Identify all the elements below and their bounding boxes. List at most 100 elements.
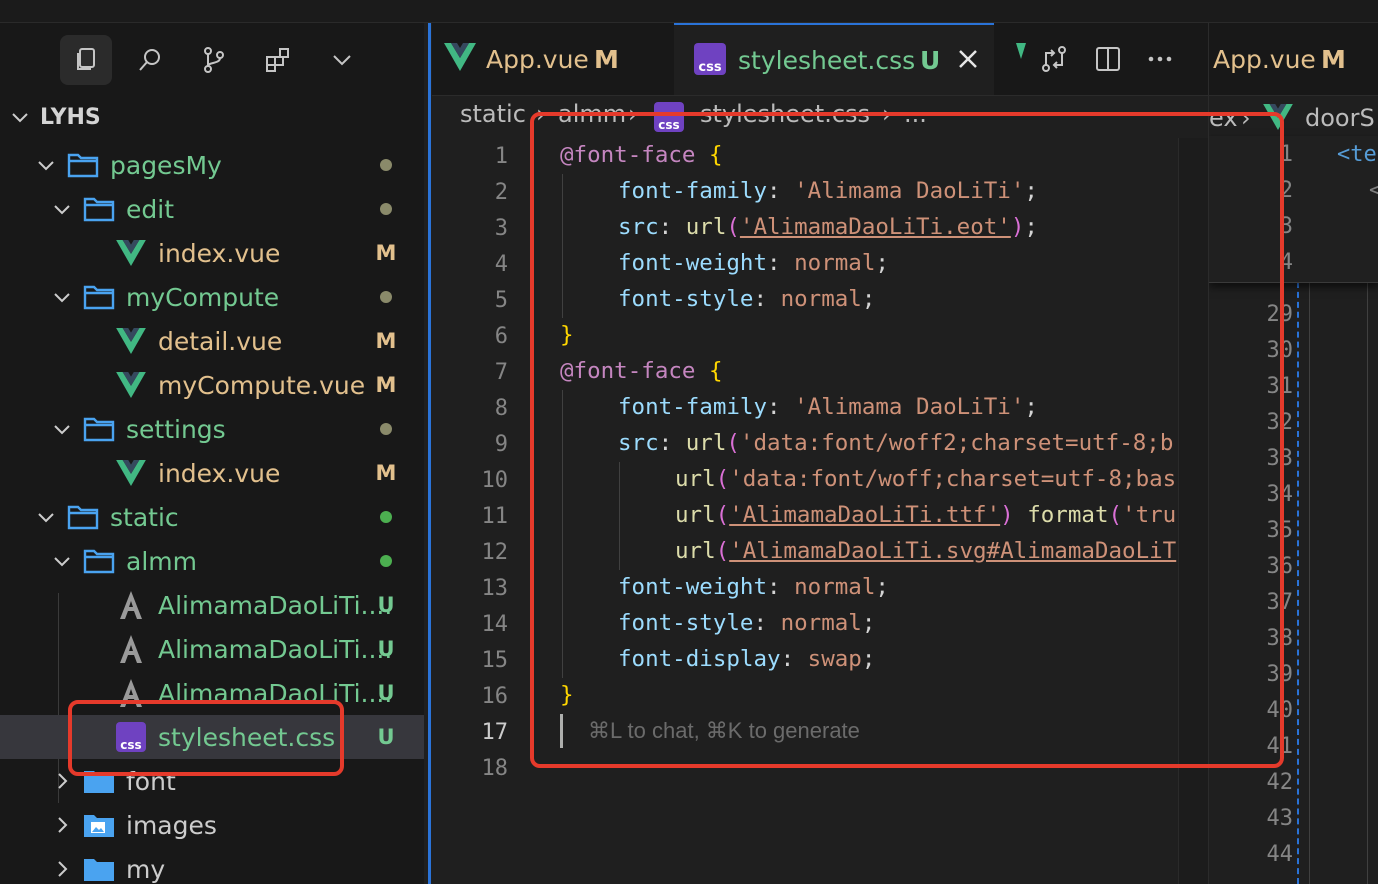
chevron-down-icon [50, 197, 74, 221]
tree-folder[interactable]: almm [0, 539, 424, 583]
tree-folder[interactable]: static [0, 495, 424, 539]
tree-item-label: static [110, 502, 179, 532]
vue-icon [444, 43, 476, 77]
tab-label: App.vue [1213, 44, 1316, 74]
tree-folder[interactable]: images [0, 803, 424, 847]
change-indicator [1297, 282, 1303, 884]
folder-icon [82, 546, 116, 576]
vue-icon [114, 370, 148, 400]
tree-item-label: index.vue [158, 238, 281, 268]
tree-item-label: myCompute [126, 282, 280, 312]
tree-item-label: edit [126, 194, 174, 224]
tree-file[interactable]: AlimamaDaoLiTi.... U [0, 627, 424, 671]
git-status-badge: U [377, 637, 395, 661]
tree-item-label: my [126, 854, 166, 884]
git-status-dot [380, 203, 392, 215]
highlight-box-file [68, 700, 344, 776]
tree-file[interactable]: index.vue M [0, 451, 424, 495]
line-number: 42 [1266, 770, 1294, 795]
more-actions-icon[interactable] [1144, 43, 1176, 75]
chevron-down-icon[interactable] [316, 35, 368, 85]
title-bar [0, 0, 1378, 23]
chevron-down-icon [50, 417, 74, 441]
git-status-dot [380, 511, 392, 523]
chevron-down-icon [0, 106, 40, 128]
tree-folder[interactable]: settings [0, 407, 424, 451]
folder-icon [82, 194, 116, 224]
breadcrumb-item[interactable]: doorS [1305, 104, 1375, 132]
tree-item-label: myCompute.vue [158, 370, 366, 400]
image-folder-icon [82, 810, 116, 840]
tree-folder[interactable]: myCompute [0, 275, 424, 319]
line-number: 6 [494, 324, 508, 349]
tree-item-label: detail.vue [158, 326, 283, 356]
line-number: 9 [494, 432, 508, 457]
search-icon[interactable] [124, 35, 176, 85]
tree-file[interactable]: myCompute.vue M [0, 363, 424, 407]
tree-item-label: index.vue [158, 458, 281, 488]
tree-folder[interactable]: my [0, 847, 424, 884]
line-number: 12 [481, 540, 509, 565]
sash-highlight [428, 23, 431, 884]
folder-icon [66, 502, 100, 532]
chevron-right-icon [50, 857, 74, 881]
line-number: 7 [494, 360, 508, 385]
split-editor-icon[interactable] [1092, 43, 1124, 75]
git-status-dot [380, 423, 392, 435]
font-file-icon [114, 634, 148, 664]
line-number: 2 [494, 180, 508, 205]
tree-folder[interactable]: edit [0, 187, 424, 231]
git-status-badge: M [375, 329, 397, 353]
extensions-icon[interactable] [252, 35, 304, 85]
line-number: 8 [494, 396, 508, 421]
chevron-right-icon [50, 813, 74, 837]
folder-icon [82, 854, 116, 884]
tab-label: App.vue [486, 44, 589, 74]
tab-stylesheet-css[interactable]: css stylesheet.css U [674, 23, 994, 95]
tab-app-vue[interactable]: App.vue M [432, 23, 674, 95]
line-number: 5 [494, 288, 508, 313]
line-number: 1 [494, 144, 508, 169]
code-fragment: < [1369, 178, 1378, 203]
git-status-badge: U [377, 593, 395, 617]
compare-changes-icon[interactable] [1038, 43, 1070, 75]
git-status-badge: M [375, 241, 397, 265]
tree-file[interactable]: detail.vue M [0, 319, 424, 363]
tab-status: M [594, 44, 619, 74]
tree-item-label: pagesMy [110, 150, 222, 180]
folder-icon [82, 414, 116, 444]
line-number: 10 [481, 468, 509, 493]
line-number: 17 [481, 720, 509, 745]
git-status-badge: M [375, 461, 397, 485]
line-number: 43 [1266, 806, 1294, 831]
tree-item-label: images [126, 810, 217, 840]
tree-folder[interactable]: pagesMy [0, 143, 424, 187]
highlight-box-code [530, 112, 1284, 768]
close-icon[interactable] [954, 45, 982, 79]
code-fragment: <te [1337, 142, 1377, 167]
breadcrumb-item[interactable]: static [460, 100, 526, 128]
git-status-badge: U [377, 681, 395, 705]
folder-icon [66, 150, 100, 180]
folder-icon [82, 282, 116, 312]
explorer-root-label: LYHS [40, 104, 101, 130]
line-number: 16 [481, 684, 509, 709]
tab-status: U [920, 45, 941, 75]
chevron-down-icon [50, 549, 74, 573]
tab-app-vue-right[interactable]: App.vue M [1208, 23, 1378, 95]
tree-item-label: almm [126, 546, 197, 576]
line-number: 15 [481, 648, 509, 673]
tree-item-label: settings [126, 414, 226, 444]
git-status-dot [380, 291, 392, 303]
tab-label: stylesheet.css [738, 45, 916, 75]
tree-item-label: AlimamaDaoLiTi.... [158, 634, 393, 664]
tree-file[interactable]: AlimamaDaoLiTi.... U [0, 583, 424, 627]
tree-file[interactable]: index.vue M [0, 231, 424, 275]
chevron-down-icon [34, 505, 58, 529]
tab-status: M [1321, 44, 1346, 74]
files-icon[interactable] [60, 35, 112, 85]
css-file-icon: css [694, 43, 726, 75]
source-control-icon[interactable] [188, 35, 240, 85]
chevron-down-icon [50, 285, 74, 309]
explorer-root[interactable]: LYHS [0, 101, 424, 133]
